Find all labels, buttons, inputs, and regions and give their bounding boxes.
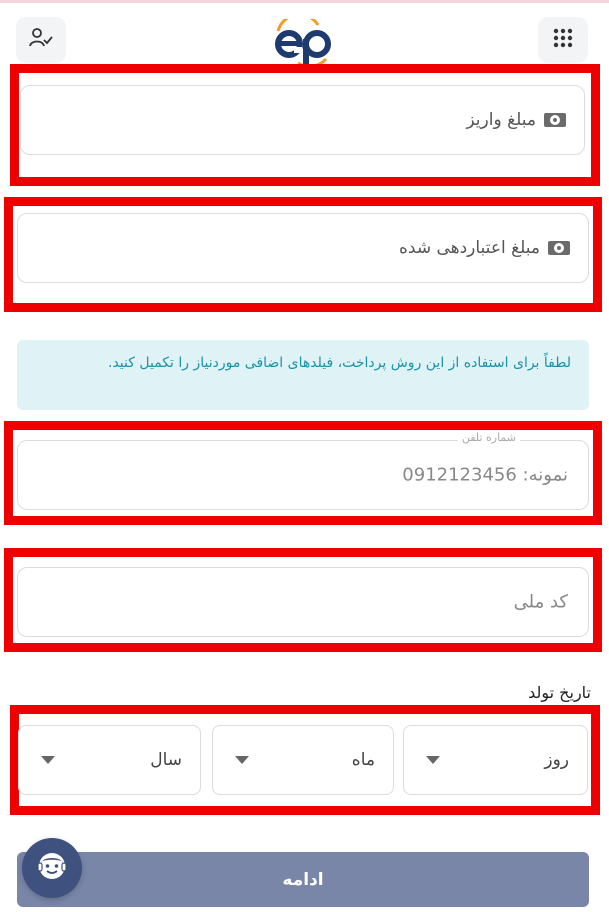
continue-button-label: ادامه — [282, 869, 324, 890]
user-button[interactable] — [16, 17, 66, 63]
chevron-down-icon — [426, 756, 440, 764]
menu-button[interactable] — [538, 17, 588, 63]
phone-label: شماره تلفن — [457, 431, 520, 444]
year-select[interactable]: سال — [18, 725, 201, 795]
phone-field[interactable]: شماره تلفن نمونه: 0912123456 — [17, 431, 589, 510]
support-agent-icon — [35, 849, 69, 887]
deposit-amount-field[interactable]: مبلغ واریز — [20, 85, 585, 155]
day-select-label: روز — [544, 750, 569, 770]
day-select[interactable]: روز — [403, 725, 588, 795]
ep-logo — [268, 13, 338, 69]
birth-date-title: تاریخ تولد — [528, 683, 591, 702]
credited-amount-field[interactable]: مبلغ اعتباردهی شده — [17, 213, 589, 283]
user-check-icon — [29, 27, 53, 53]
support-chat-button[interactable] — [22, 838, 82, 898]
info-notice: لطفاً برای استفاده از این روش پرداخت، فی… — [17, 340, 589, 410]
deposit-amount-label: مبلغ واریز — [466, 110, 536, 130]
phone-placeholder: نمونه: 0912123456 — [402, 464, 568, 486]
month-select[interactable]: ماه — [212, 725, 394, 795]
top-divider — [0, 0, 609, 3]
info-notice-text: لطفاً برای استفاده از این روش پرداخت، فی… — [108, 355, 571, 371]
month-select-label: ماه — [351, 750, 375, 770]
chevron-down-icon — [41, 756, 55, 764]
continue-button[interactable]: ادامه — [17, 852, 589, 907]
chevron-down-icon — [235, 756, 249, 764]
cash-icon — [548, 241, 570, 255]
national-code-placeholder: کد ملی — [513, 591, 568, 613]
credited-amount-label: مبلغ اعتباردهی شده — [398, 238, 540, 258]
grid-menu-icon — [553, 28, 573, 52]
national-code-field[interactable]: کد ملی — [17, 567, 589, 637]
cash-icon — [544, 113, 566, 127]
year-select-label: سال — [150, 750, 182, 770]
